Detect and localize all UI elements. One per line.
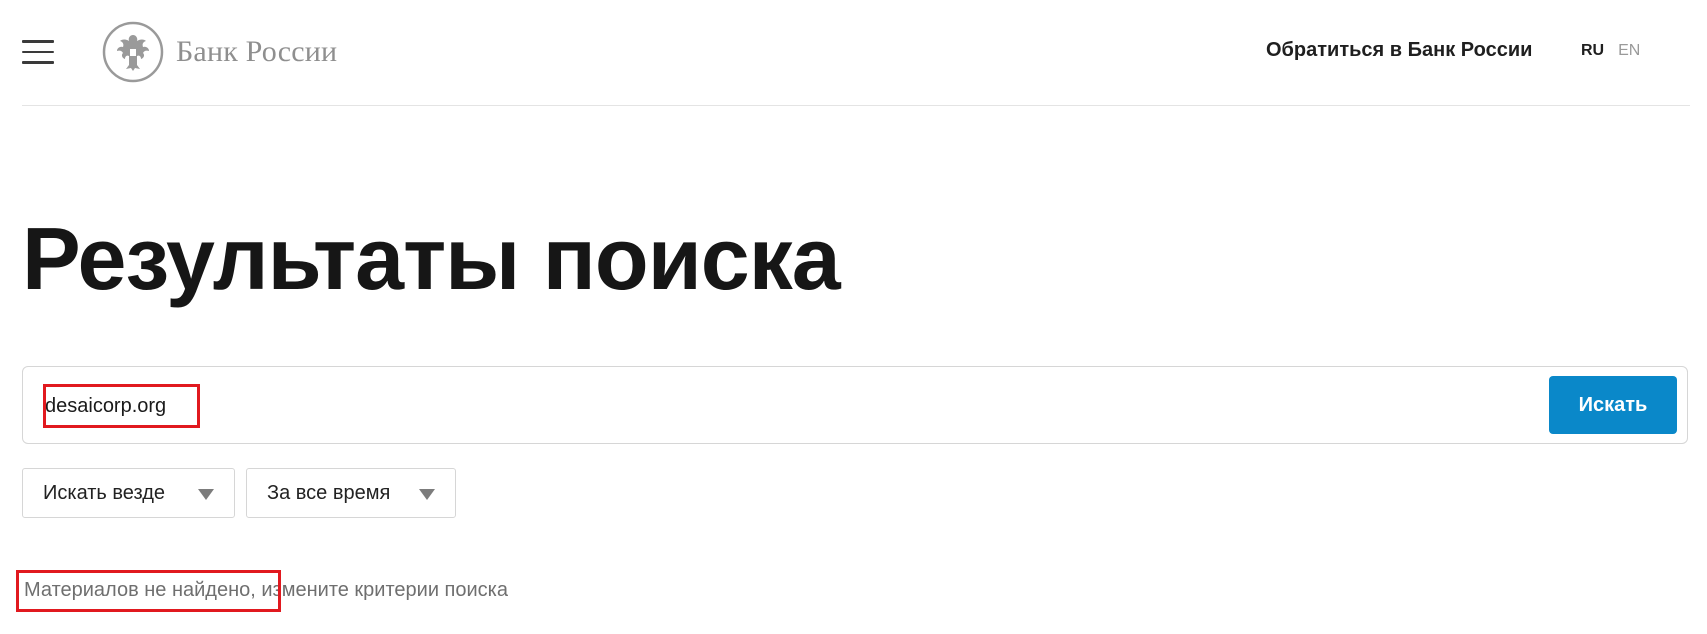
dropdown-triangle-icon bbox=[198, 489, 214, 500]
no-results-message: Материалов не найдено, измените критерии… bbox=[24, 579, 508, 601]
search-button[interactable]: Искать bbox=[1549, 376, 1677, 434]
contact-bank-link[interactable]: Обратиться в Банк России bbox=[1266, 39, 1532, 62]
lang-ru-button[interactable]: RU bbox=[1581, 42, 1604, 60]
period-filter-label: За все время bbox=[267, 481, 391, 504]
scope-filter-label: Искать везде bbox=[43, 481, 165, 504]
double-headed-eagle-emblem-icon bbox=[102, 21, 164, 83]
bank-logo[interactable]: Банк России bbox=[102, 20, 337, 84]
scope-filter-dropdown[interactable]: Искать везде bbox=[22, 468, 235, 518]
header-divider bbox=[22, 105, 1690, 106]
logo-text: Банк России bbox=[176, 35, 338, 68]
page-title: Результаты поиска bbox=[22, 209, 841, 308]
search-bar: Искать bbox=[22, 366, 1688, 444]
period-filter-dropdown[interactable]: За все время bbox=[246, 468, 456, 518]
lang-en-button[interactable]: EN bbox=[1618, 42, 1640, 60]
hamburger-menu-icon[interactable] bbox=[22, 40, 54, 64]
dropdown-triangle-icon bbox=[419, 489, 435, 500]
search-input[interactable] bbox=[45, 387, 1545, 425]
language-switcher: RU EN bbox=[1581, 42, 1640, 60]
site-header: Банк России Обратиться в Банк России RU … bbox=[0, 0, 1707, 106]
